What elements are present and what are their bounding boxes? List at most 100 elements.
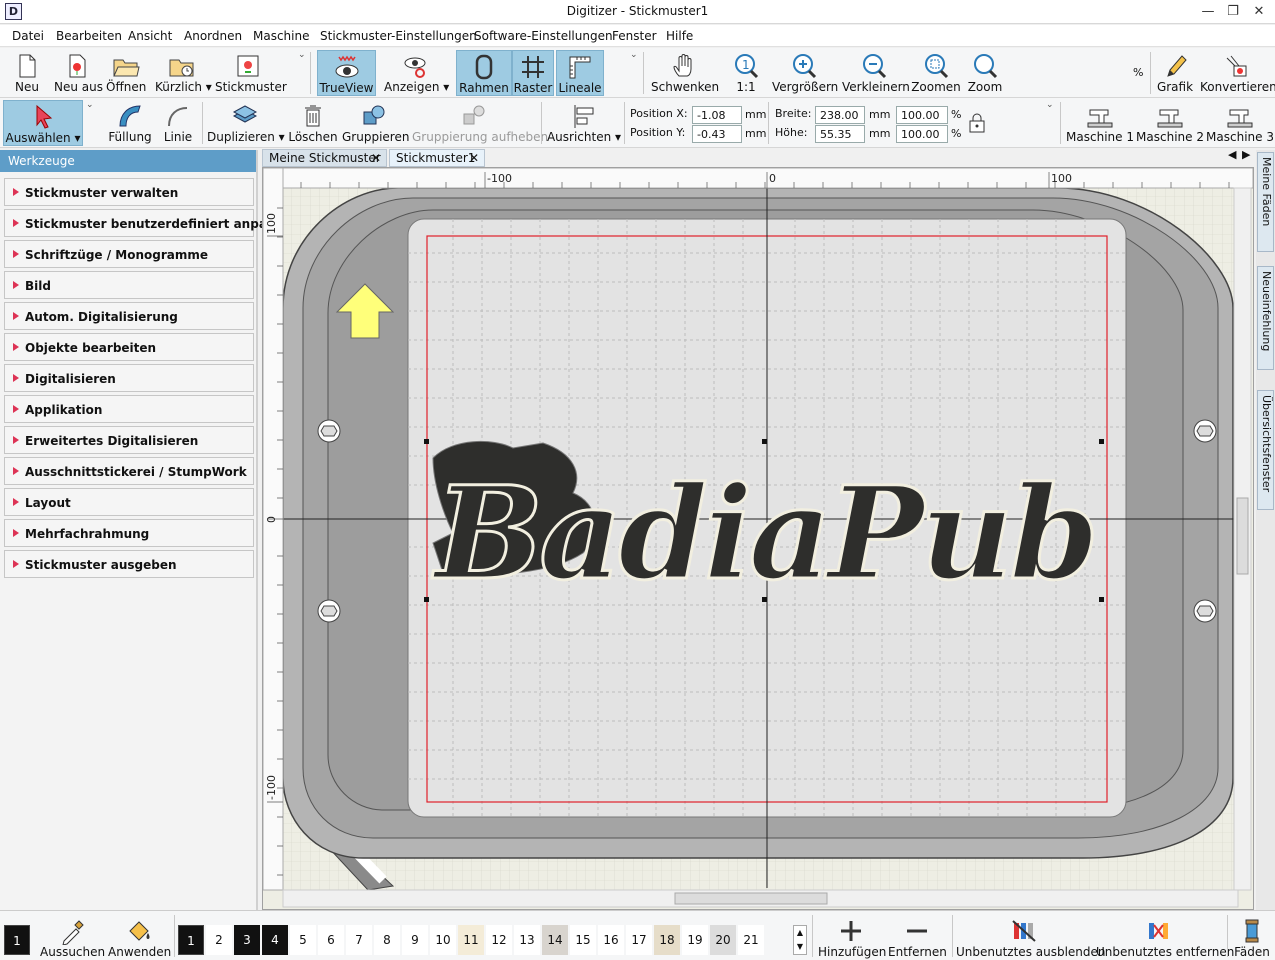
restore-icon[interactable]: ❐ — [1221, 2, 1245, 22]
menu-help[interactable]: Hilfe — [666, 29, 693, 43]
actual-size-button[interactable]: 1 1:1 — [730, 52, 762, 94]
current-color-swatch[interactable]: 1 — [4, 925, 30, 955]
width-field[interactable]: 238.00 — [815, 106, 865, 124]
close-tab-icon[interactable]: ✕ — [469, 151, 479, 165]
align-button[interactable]: Ausrichten ▾ — [546, 102, 622, 144]
scale-width-field[interactable]: 100.00 — [896, 106, 948, 124]
thread-swatch[interactable]: 10 — [430, 925, 456, 955]
sidebar-item-advanced-digitize[interactable]: Erweitertes Digitalisieren — [4, 426, 254, 454]
delete-button[interactable]: Löschen — [288, 102, 338, 144]
zoom-in-button[interactable]: Vergrößern — [772, 52, 838, 94]
thread-swatch[interactable]: 1 — [178, 925, 204, 955]
recent-button[interactable]: Kürzlich ▾ — [155, 52, 212, 94]
height-field[interactable]: 55.35 — [815, 125, 865, 143]
open-button[interactable]: Öffnen — [106, 52, 146, 94]
dropdown-arrow-icon[interactable]: ▾ — [71, 131, 80, 145]
thread-swatch[interactable]: 11 — [458, 925, 484, 955]
menu-software-settings[interactable]: Software-Einstellungen — [474, 29, 613, 43]
trueview-button[interactable]: TrueView — [317, 50, 376, 96]
toolbar-overflow-icon[interactable]: ⌄ — [298, 50, 306, 60]
hide-unused-button[interactable]: Unbenutztes ausblenden — [956, 917, 1106, 959]
new-button[interactable]: Neu — [10, 52, 44, 94]
pick-color-button[interactable]: Aussuchen — [40, 917, 105, 959]
dropdown-arrow-icon[interactable]: ▾ — [439, 80, 449, 94]
graphic-button[interactable]: Grafik — [1155, 52, 1195, 94]
thread-swatch[interactable]: 6 — [318, 925, 344, 955]
sidebar-item-export[interactable]: Stickmuster ausgeben — [4, 550, 254, 578]
thread-swatch[interactable]: 8 — [374, 925, 400, 955]
duplicate-button[interactable]: Duplizieren ▾ — [207, 102, 285, 144]
machine3-button[interactable]: Maschine 3 — [1206, 102, 1274, 144]
line-button[interactable]: Linie — [160, 102, 196, 144]
thread-swatch[interactable]: 9 — [402, 925, 428, 955]
tab-pattern1[interactable]: Stickmuster1 ✕ — [389, 149, 485, 167]
thread-swatch[interactable]: 13 — [514, 925, 540, 955]
convert-button[interactable]: Konvertieren — [1200, 52, 1275, 94]
thread-swatch[interactable]: 14 — [542, 925, 568, 955]
vertical-scroll-thumb[interactable] — [1236, 497, 1249, 575]
scale-height-field[interactable]: 100.00 — [896, 125, 948, 143]
embroidery-design[interactable]: BadiaPub — [430, 440, 1100, 611]
sidebar-item-digitize[interactable]: Digitalisieren — [4, 364, 254, 392]
thread-swatch[interactable]: 16 — [598, 925, 624, 955]
apply-color-button[interactable]: Anwenden — [108, 917, 171, 959]
machine2-button[interactable]: Maschine 2 — [1136, 102, 1204, 144]
zoom-button[interactable]: Zoom — [966, 52, 1004, 94]
menu-window[interactable]: Fenster — [612, 29, 657, 43]
dropdown-arrow-icon[interactable]: ▾ — [202, 80, 212, 94]
sidebar-item-image[interactable]: Bild — [4, 271, 254, 299]
sidebar-item-cutwork[interactable]: Ausschnittstickerei / StumpWork — [4, 457, 254, 485]
sidebar-item-applique[interactable]: Applikation — [4, 395, 254, 423]
thread-swatch[interactable]: 3 — [234, 925, 260, 955]
add-thread-button[interactable]: Hinzufügen — [818, 917, 886, 959]
sidebar-item-manage-patterns[interactable]: Stickmuster verwalten — [4, 178, 254, 206]
dropdown-arrow-icon[interactable]: ▾ — [275, 130, 285, 144]
remove-thread-button[interactable]: Entfernen — [888, 917, 947, 959]
grid-button[interactable]: Raster — [512, 50, 554, 96]
menu-view[interactable]: Ansicht — [128, 29, 172, 43]
select-button[interactable]: Auswählen ▾ — [3, 100, 83, 146]
position-x-field[interactable]: -1.08 — [692, 106, 742, 124]
thread-swatch[interactable]: 12 — [486, 925, 512, 955]
toolbar-overflow-icon[interactable]: ⌄ — [630, 50, 638, 60]
fill-button[interactable]: Füllung — [106, 102, 154, 144]
sidebar-item-edit-objects[interactable]: Objekte bearbeiten — [4, 333, 254, 361]
design-canvas[interactable]: BadiaPub -100 0 100 100 0 -100 — [262, 167, 1254, 910]
thread-swatch[interactable]: 2 — [206, 925, 232, 955]
tab-threading[interactable]: Neueinfehlung — [1257, 266, 1274, 370]
new-from-button[interactable]: Neu aus — [54, 52, 103, 94]
thread-swatch[interactable]: 5 — [290, 925, 316, 955]
thread-swatch[interactable]: 18 — [654, 925, 680, 955]
thread-swatch[interactable]: 21 — [738, 925, 764, 955]
show-button[interactable]: Anzeigen ▾ — [384, 52, 449, 94]
tab-scroll-left-icon[interactable]: ◀ — [1228, 148, 1236, 161]
tab-my-threads[interactable]: Meine Fäden — [1257, 152, 1274, 252]
horizontal-scroll-thumb[interactable] — [674, 892, 828, 905]
toolbar-overflow-icon[interactable]: ⌄ — [1046, 100, 1054, 110]
sidebar-item-multi-hoop[interactable]: Mehrfachrahmung — [4, 519, 254, 547]
minimize-icon[interactable]: — — [1196, 2, 1220, 22]
threads-button[interactable]: Fäden — [1232, 917, 1272, 959]
sidebar-item-layout[interactable]: Layout — [4, 488, 254, 516]
tab-my-patterns[interactable]: Meine Stickmuster ✕ — [262, 149, 387, 167]
group-button[interactable]: Gruppieren — [342, 102, 409, 144]
tab-overview[interactable]: Übersichtsfenster — [1257, 390, 1274, 510]
sidebar-item-auto-digitize[interactable]: Autom. Digitalisierung — [4, 302, 254, 330]
pattern-button[interactable]: Stickmuster — [215, 52, 287, 94]
menu-machine[interactable]: Maschine — [253, 29, 309, 43]
sidebar-item-lettering[interactable]: Schriftzüge / Monogramme — [4, 240, 254, 268]
rulers-button[interactable]: Lineale — [556, 50, 604, 96]
thread-swatch[interactable]: 4 — [262, 925, 288, 955]
position-y-field[interactable]: -0.43 — [692, 125, 742, 143]
menu-arrange[interactable]: Anordnen — [184, 29, 242, 43]
thread-swatch[interactable]: 7 — [346, 925, 372, 955]
close-icon[interactable]: ✕ — [1247, 2, 1271, 22]
menu-pattern-settings[interactable]: Stickmuster-Einstellungen — [320, 29, 477, 43]
menu-file[interactable]: Datei — [12, 29, 44, 43]
tab-scroll-right-icon[interactable]: ▶ — [1242, 148, 1250, 161]
thread-swatch[interactable]: 20 — [710, 925, 736, 955]
machine1-button[interactable]: Maschine 1 — [1066, 102, 1134, 144]
swatch-spinner[interactable]: ▲ ▼ — [793, 925, 807, 955]
thread-swatch[interactable]: 15 — [570, 925, 596, 955]
zoom-out-button[interactable]: Verkleinern — [842, 52, 910, 94]
